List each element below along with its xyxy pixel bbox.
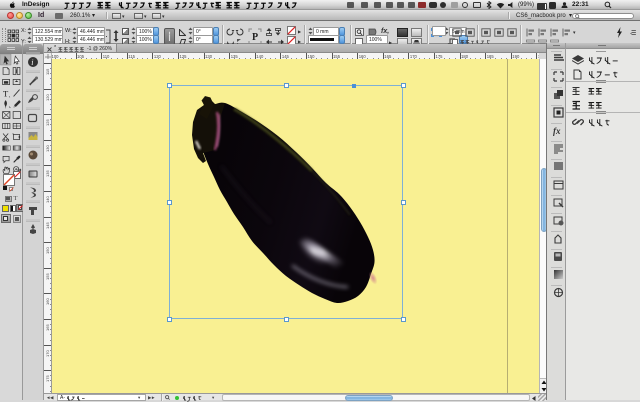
svg-text:P: P xyxy=(252,32,258,43)
svg-text:T: T xyxy=(3,88,9,98)
svg-text:i: i xyxy=(31,58,33,67)
svg-text:fx: fx xyxy=(553,126,561,136)
